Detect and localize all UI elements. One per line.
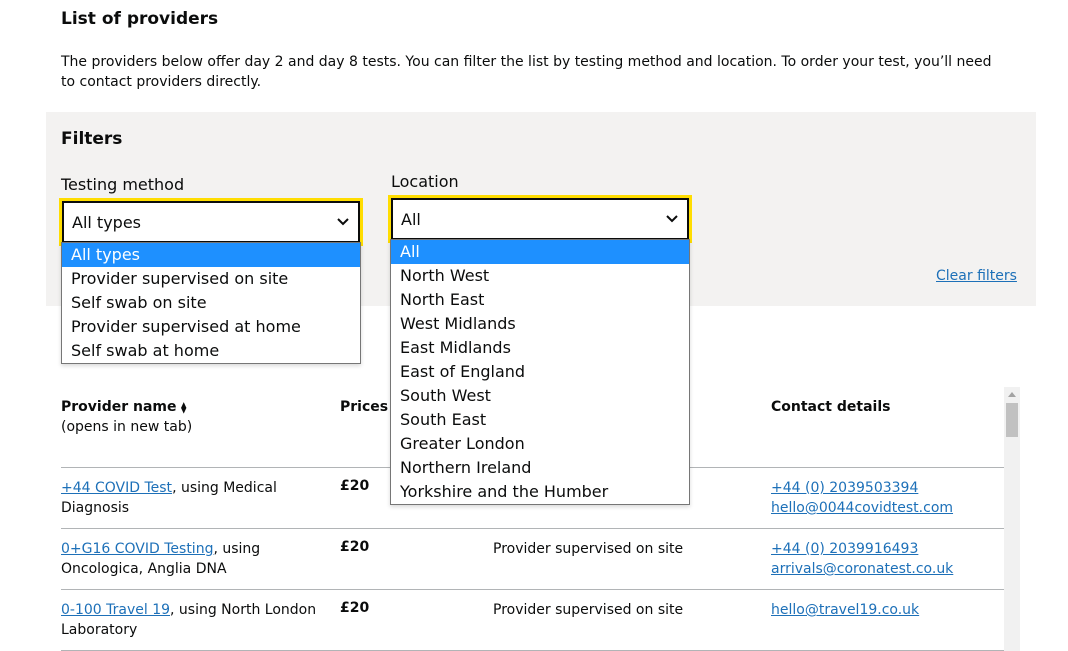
location-option[interactable]: East Midlands bbox=[391, 336, 689, 360]
testing-method-value: Provider supervised on site bbox=[493, 541, 684, 557]
location-option[interactable]: South West bbox=[391, 384, 689, 408]
location-selected-value: All bbox=[401, 209, 421, 229]
lab-text: Oncologica, Anglia DNA bbox=[61, 561, 227, 577]
provider-name-header[interactable]: Provider name ⧫ bbox=[61, 397, 186, 418]
provider-name-header-note: (opens in new tab) bbox=[61, 419, 193, 435]
testing-method-value: Provider supervised on site bbox=[493, 602, 684, 618]
clear-filters-link[interactable]: Clear filters bbox=[936, 268, 1017, 284]
price-value: £20 bbox=[340, 600, 370, 616]
testing-method-label: Testing method bbox=[61, 175, 185, 194]
row-divider bbox=[61, 528, 1004, 529]
location-label: Location bbox=[391, 172, 459, 191]
testing-method-option[interactable]: Provider supervised at home bbox=[62, 315, 360, 339]
lab-text: , using Medical bbox=[172, 480, 277, 496]
provider-link[interactable]: +44 COVID Test bbox=[61, 480, 172, 496]
prices-header[interactable]: Prices bbox=[340, 397, 388, 417]
phone-link[interactable]: +44 (0) 2039916493 bbox=[771, 541, 918, 557]
email-link[interactable]: arrivals@coronatest.co.uk bbox=[771, 561, 953, 577]
price-value: £20 bbox=[340, 539, 370, 555]
location-dropdown: All North West North East West Midlands … bbox=[390, 239, 690, 505]
arrow-up-icon[interactable] bbox=[1004, 387, 1020, 401]
testing-method-option[interactable]: Self swab on site bbox=[62, 291, 360, 315]
lab-text: , using North London bbox=[170, 602, 317, 618]
provider-link[interactable]: 0+G16 COVID Testing bbox=[61, 541, 213, 557]
table-row: +44 COVID Test, using Medical Diagnosis bbox=[61, 478, 321, 518]
testing-method-select[interactable]: All types bbox=[59, 198, 363, 246]
contact-details: +44 (0) 2039503394 hello@0044covidtest.c… bbox=[771, 478, 953, 518]
lab-text: Laboratory bbox=[61, 622, 138, 638]
testing-method-option[interactable]: Provider supervised on site bbox=[62, 267, 360, 291]
testing-method-option[interactable]: Self swab at home bbox=[62, 339, 360, 363]
contact-details: +44 (0) 2039916493 arrivals@coronatest.c… bbox=[771, 539, 953, 579]
location-option[interactable]: Northern Ireland bbox=[391, 456, 689, 480]
testing-method-dropdown: All types Provider supervised on site Se… bbox=[61, 242, 361, 364]
provider-link[interactable]: 0-100 Travel 19 bbox=[61, 602, 170, 618]
location-select[interactable]: All bbox=[388, 195, 692, 243]
testing-method-option[interactable]: All types bbox=[62, 243, 360, 267]
contact-details-header: Contact details bbox=[771, 399, 891, 415]
price-value: £20 bbox=[340, 478, 370, 494]
provider-name-header-label: Provider name bbox=[61, 399, 177, 415]
location-option[interactable]: South East bbox=[391, 408, 689, 432]
location-option[interactable]: All bbox=[391, 240, 689, 264]
sort-icon: ⧫ bbox=[180, 401, 187, 414]
location-option[interactable]: Greater London bbox=[391, 432, 689, 456]
table-row: 0+G16 COVID Testing, using Oncologica, A… bbox=[61, 539, 321, 579]
phone-link[interactable]: +44 (0) 2039503394 bbox=[771, 480, 918, 496]
lab-text: Diagnosis bbox=[61, 500, 130, 516]
email-link[interactable]: hello@0044covidtest.com bbox=[771, 500, 953, 516]
intro-text: The providers below offer day 2 and day … bbox=[61, 54, 992, 90]
location-option[interactable]: West Midlands bbox=[391, 312, 689, 336]
location-option[interactable]: Yorkshire and the Humber bbox=[391, 480, 689, 504]
lab-text: , using bbox=[213, 541, 261, 557]
row-divider bbox=[61, 589, 1004, 590]
chevron-down-icon bbox=[336, 215, 350, 229]
testing-method-selected-value: All types bbox=[72, 212, 141, 232]
location-option[interactable]: North West bbox=[391, 264, 689, 288]
contact-details: hello@travel19.co.uk bbox=[771, 600, 919, 620]
location-option[interactable]: North East bbox=[391, 288, 689, 312]
table-row: 0-100 Travel 19, using North London Labo… bbox=[61, 600, 321, 640]
filters-heading: Filters bbox=[61, 129, 123, 149]
email-link[interactable]: hello@travel19.co.uk bbox=[771, 602, 919, 618]
location-option[interactable]: East of England bbox=[391, 360, 689, 384]
page-title: List of providers bbox=[61, 9, 219, 29]
chevron-down-icon bbox=[665, 212, 679, 226]
scrollbar-thumb[interactable] bbox=[1006, 403, 1018, 437]
